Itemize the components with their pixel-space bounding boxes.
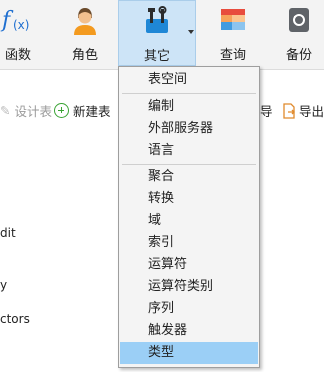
other-dropdown-menu: 表空间 编制 外部服务器 语言 聚合 转换 域 索引 运算符 运算符类别 序列 … [118,66,260,368]
ribbon: f (x) 函数 角色 其它 查询 备份 [0,0,324,70]
menu-item-cast[interactable]: 编制 [120,96,258,118]
export-wizard-button[interactable]: 导 [260,101,273,120]
query-table-icon [219,0,247,40]
chevron-down-icon[interactable] [188,30,194,34]
new-table-label: 新建表 [73,104,111,119]
export-icon [283,102,295,119]
roles-label: 角色 [71,48,98,63]
menu-item-aggregate[interactable]: 聚合 [120,166,258,188]
menu-item-tablespace[interactable]: 表空间 [120,69,258,91]
list-item[interactable]: y [0,278,7,292]
functions-label: 函数 [4,48,31,63]
roles-button[interactable]: 角色 [58,0,112,66]
menu-item-domain[interactable]: 域 [120,210,258,232]
menu-item-type[interactable]: 类型 [120,342,258,364]
user-icon [70,0,100,40]
svg-text:f: f [0,8,14,33]
other-label: 其它 [143,49,170,64]
function-icon: f (x) [0,0,36,40]
menu-item-foreign-server[interactable]: 外部服务器 [120,118,258,140]
list-item[interactable]: dit [0,226,16,240]
tools-icon [142,1,172,41]
menu-item-operator[interactable]: 运算符 [120,254,258,276]
backup-icon [286,0,312,40]
design-table-label: 设计表 [14,104,52,119]
query-button[interactable]: 查询 [208,0,258,66]
menu-item-conversion[interactable]: 转换 [120,188,258,210]
menu-separator [122,164,256,165]
export-label: 导出 [299,104,324,119]
design-table-icon: ✎ [0,103,11,118]
backup-label: 备份 [285,48,312,63]
add-circle-icon [54,103,69,118]
backup-button[interactable]: 备份 [274,0,324,66]
functions-button[interactable]: f (x) 函数 [0,0,36,66]
menu-item-operator-class[interactable]: 运算符类别 [120,276,258,298]
query-label: 查询 [219,48,246,63]
menu-item-sequence[interactable]: 序列 [120,298,258,320]
new-table-button[interactable]: 新建表 [54,101,111,120]
menu-item-language[interactable]: 语言 [120,140,258,162]
design-table-button[interactable]: ✎ 设计表 [0,101,52,120]
menu-separator [122,93,256,94]
svg-text:(x): (x) [13,18,29,32]
other-button[interactable]: 其它 [118,0,196,66]
menu-item-index[interactable]: 索引 [120,232,258,254]
export-wizard-label: 导 [260,104,273,119]
list-item[interactable]: ctors [0,312,30,326]
export-button[interactable]: 导出 [282,101,324,120]
menu-item-trigger[interactable]: 触发器 [120,320,258,342]
